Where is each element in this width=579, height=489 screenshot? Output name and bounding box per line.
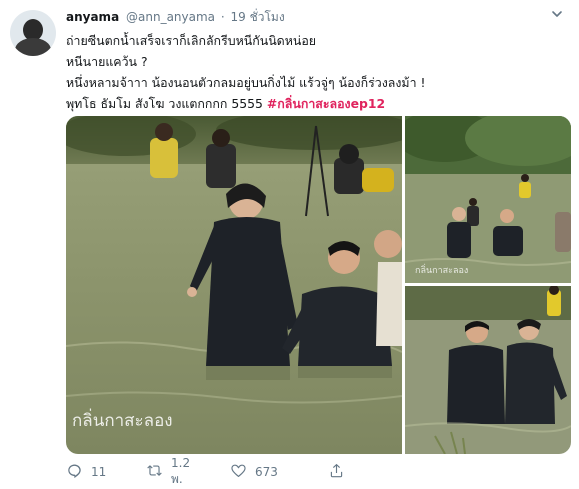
more-options-chevron-icon[interactable] [549, 6, 565, 22]
tweet-header: anyama @ann_anyama · 19 ชั่วโมง [66, 8, 285, 26]
like-button[interactable]: 673 [230, 462, 278, 482]
share-icon [328, 462, 345, 482]
like-count: 673 [255, 465, 278, 479]
tweet-line-text: พุทโธ ธัมโม สังโฆ วงแตกกกก 5555 [66, 96, 263, 111]
author-handle[interactable]: @ann_anyama [126, 10, 215, 24]
retweet-button[interactable]: 1.2 พ. [146, 456, 190, 486]
photo-top-right[interactable]: กลิ่นกาสะลอง [405, 116, 571, 283]
tweet-line-last: พุทโธ ธัมโม สังโฆ วงแตกกกก 5555 #กลิ่นกา… [66, 93, 566, 114]
photo-watermark: กลิ่นกาสะลอง [72, 408, 173, 431]
photo-bottom-right[interactable] [405, 286, 571, 454]
reply-button[interactable]: 11 [66, 462, 106, 482]
header-separator: · [220, 10, 225, 24]
photo-main[interactable]: กลิ่นกาสะลอง [66, 116, 402, 454]
tweet-text: ถ่ายซีนตกน้ำเสร็จเราก็เลิกลักรีบหนีกันนิ… [66, 30, 566, 114]
media-grid: กลิ่นกาสะลอง กลิ่นกาสะลอง [66, 116, 571, 454]
share-button[interactable] [328, 462, 345, 482]
tweet-timestamp[interactable]: 19 ชั่วโมง [231, 10, 285, 24]
reply-icon [66, 462, 83, 482]
retweet-count: 1.2 พ. [171, 455, 191, 486]
author-display-name[interactable]: anyama [66, 10, 119, 24]
tweet-line: หนีนายแคว้น ? [66, 54, 148, 69]
author-avatar[interactable] [10, 10, 56, 56]
tweet-line: หนึ่งหลามจ้าาา น้องนอนตัวกลมอยู่บนกิ่งไม… [66, 75, 426, 90]
avatar-body [15, 38, 51, 56]
heart-icon [230, 462, 247, 482]
tweet-line: ถ่ายซีนตกน้ำเสร็จเราก็เลิกลักรีบหนีกันนิ… [66, 33, 317, 48]
retweet-icon [146, 462, 163, 482]
hashtag-link[interactable]: #กลิ่นกาสะลองep12 [267, 96, 385, 111]
reply-count: 11 [91, 465, 107, 479]
